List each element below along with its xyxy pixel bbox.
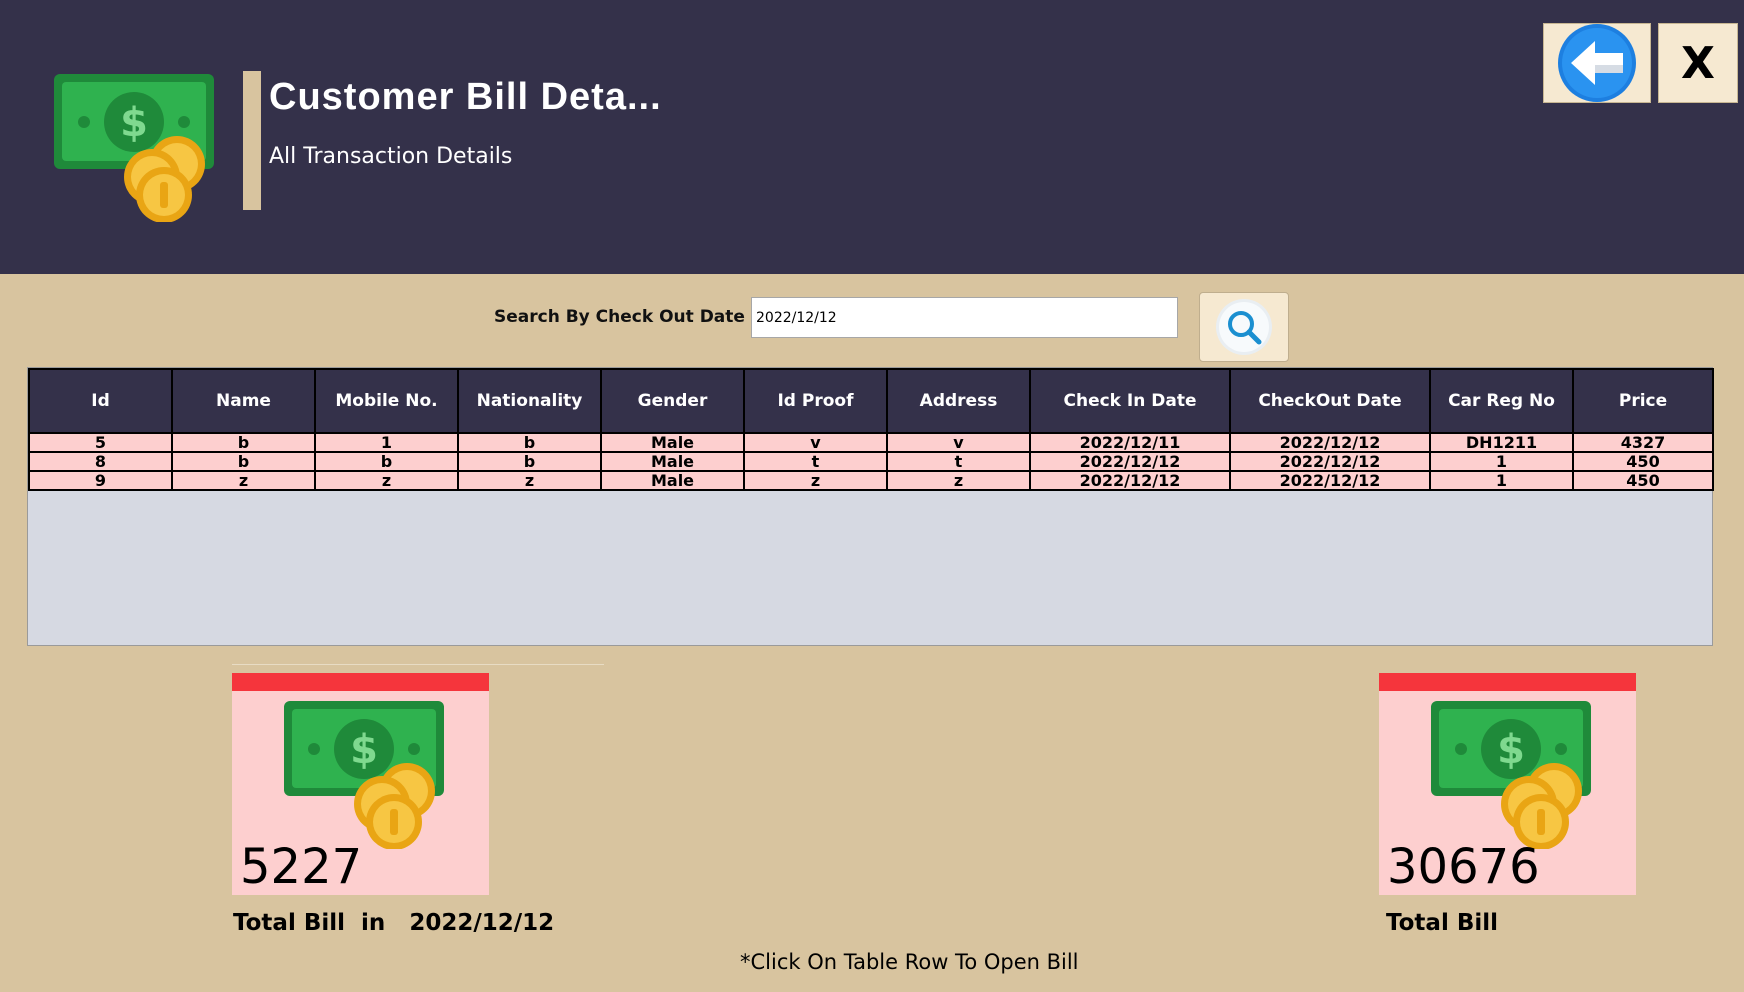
- table-row[interactable]: 5 b 1 b Male v v 2022/12/11 2022/12/12 D…: [28, 432, 1714, 453]
- table-cell: t: [743, 451, 888, 472]
- svg-text:$: $: [350, 727, 378, 773]
- date-total-caption: Total Bill in 2022/12/12: [233, 910, 554, 936]
- table-cell: 1: [1429, 451, 1574, 472]
- hint-text: *Click On Table Row To Open Bill: [740, 950, 1079, 974]
- table-cell: v: [886, 432, 1031, 453]
- table-cell: 1: [1429, 470, 1574, 491]
- table-cell: b: [457, 451, 602, 472]
- table-cell: 2022/12/12: [1229, 432, 1431, 453]
- table-cell: 8: [28, 451, 173, 472]
- column-header-name[interactable]: Name: [171, 368, 316, 434]
- close-icon: X: [1681, 37, 1715, 89]
- table-cell: t: [886, 451, 1031, 472]
- table-row[interactable]: 8 b b b Male t t 2022/12/12 2022/12/12 1…: [28, 451, 1714, 472]
- table-cell: b: [171, 432, 316, 453]
- table-cell: Male: [600, 451, 745, 472]
- table-cell: z: [743, 470, 888, 491]
- table-cell: 2022/12/12: [1029, 451, 1231, 472]
- table-cell: b: [171, 451, 316, 472]
- table-header: Id Name Mobile No. Nationality Gender Id…: [28, 368, 1714, 434]
- close-button[interactable]: X: [1658, 23, 1738, 103]
- table-cell: 2022/12/11: [1029, 432, 1231, 453]
- card-accent-bar: [1379, 673, 1636, 691]
- table-cell: v: [743, 432, 888, 453]
- date-total-caption-text: Total Bill in 2022/12/12: [233, 910, 555, 936]
- grand-total-card: $ 30676: [1379, 673, 1636, 895]
- table-cell: 2022/12/12: [1229, 470, 1431, 491]
- table-cell: 5: [28, 432, 173, 453]
- column-header-car-reg-no[interactable]: Car Reg No: [1429, 368, 1574, 434]
- page-subtitle: All Transaction Details: [269, 144, 513, 169]
- grand-total-value: 30676: [1387, 839, 1540, 895]
- table-cell: b: [457, 432, 602, 453]
- table-cell: Male: [600, 470, 745, 491]
- table-cell: b: [314, 451, 459, 472]
- page-title: Customer Bill Deta...: [269, 76, 662, 118]
- column-header-id[interactable]: Id: [28, 368, 173, 434]
- date-total-value: 5227: [240, 839, 363, 895]
- table-cell: 4327: [1572, 432, 1714, 453]
- header-divider: [243, 71, 261, 210]
- money-coins-icon: $: [282, 699, 452, 853]
- svg-text:$: $: [120, 100, 148, 146]
- table-cell: z: [457, 470, 602, 491]
- table-cell: 450: [1572, 451, 1714, 472]
- arrow-left-icon: [1558, 24, 1636, 102]
- header: $ Customer Bill Deta... All Transaction …: [0, 0, 1744, 274]
- table-cell: z: [314, 470, 459, 491]
- table-row[interactable]: 9 z z z Male z z 2022/12/12 2022/12/12 1…: [28, 470, 1714, 491]
- table-cell: z: [171, 470, 316, 491]
- money-coins-icon: $: [52, 72, 222, 226]
- grand-total-caption: Total Bill: [1386, 910, 1499, 936]
- table-cell: 2022/12/12: [1029, 470, 1231, 491]
- checkout-date-search-input[interactable]: [751, 297, 1178, 338]
- table-cell: 9: [28, 470, 173, 491]
- bills-table[interactable]: Id Name Mobile No. Nationality Gender Id…: [27, 367, 1714, 646]
- column-header-mobile[interactable]: Mobile No.: [314, 368, 459, 434]
- column-header-id-proof[interactable]: Id Proof: [743, 368, 888, 434]
- search-label: Search By Check Out Date: [494, 307, 745, 327]
- table-cell: 2022/12/12: [1229, 451, 1431, 472]
- money-coins-icon: $: [1429, 699, 1599, 853]
- column-header-price[interactable]: Price: [1572, 368, 1714, 434]
- date-total-card: $ 5227: [232, 673, 489, 895]
- column-header-check-in-date[interactable]: Check In Date: [1029, 368, 1231, 434]
- table-cell: DH1211: [1429, 432, 1574, 453]
- table-cell: 450: [1572, 470, 1714, 491]
- back-button[interactable]: [1543, 23, 1651, 103]
- search-icon: [1216, 299, 1272, 355]
- column-header-address[interactable]: Address: [886, 368, 1031, 434]
- card-accent-bar: [232, 673, 489, 691]
- column-header-checkout-date[interactable]: CheckOut Date: [1229, 368, 1431, 434]
- table-cell: z: [886, 470, 1031, 491]
- table-cell: 1: [314, 432, 459, 453]
- column-header-gender[interactable]: Gender: [600, 368, 745, 434]
- divider: [232, 664, 604, 665]
- column-header-nationality[interactable]: Nationality: [457, 368, 602, 434]
- search-button[interactable]: [1199, 292, 1289, 362]
- svg-text:$: $: [1497, 727, 1525, 773]
- table-cell: Male: [600, 432, 745, 453]
